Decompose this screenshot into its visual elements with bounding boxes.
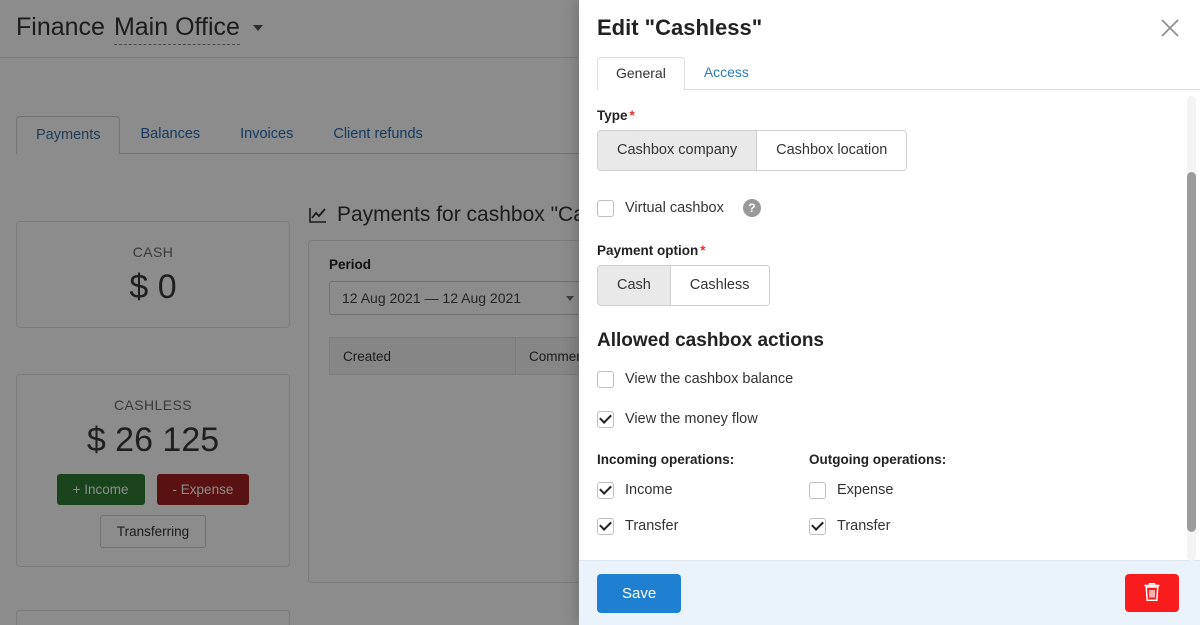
view-cashbox-balance-label[interactable]: View the cashbox balance <box>625 371 793 387</box>
outgoing-transfer-row: Transfer <box>809 511 1021 541</box>
outgoing-operations-column: Outgoing operations: Expense Transfer <box>809 452 1021 541</box>
required-marker: * <box>629 108 635 123</box>
outgoing-transfer-checkbox[interactable] <box>809 517 826 535</box>
modal-body: Type * Cashbox company Cashbox location V… <box>579 90 1200 560</box>
scrollbar-thumb[interactable] <box>1187 172 1196 532</box>
vertical-scrollbar[interactable] <box>1187 96 1196 561</box>
payment-option-cash[interactable]: Cash <box>598 266 671 305</box>
modal-header: Edit "Cashless" <box>579 0 1200 56</box>
view-money-flow-row: View the money flow <box>597 404 1176 434</box>
modal-footer: Save <box>579 560 1200 625</box>
virtual-cashbox-label[interactable]: Virtual cashbox <box>625 200 724 216</box>
incoming-transfer-label[interactable]: Transfer <box>625 518 678 534</box>
incoming-income-checkbox[interactable] <box>597 481 614 499</box>
payment-option-field-label: Payment option * <box>597 243 1176 258</box>
modal-tabs: General Access <box>597 56 1200 90</box>
type-button-group: Cashbox company Cashbox location <box>597 130 908 171</box>
edit-cashbox-modal: Edit "Cashless" General Access Type * Cas… <box>579 0 1200 625</box>
tab-access-label: Access <box>703 64 749 80</box>
payment-option-cashless[interactable]: Cashless <box>670 266 769 305</box>
tab-general-label: General <box>616 65 666 81</box>
close-icon[interactable] <box>1154 12 1186 44</box>
payment-option-button-group: Cash Cashless <box>597 265 770 306</box>
type-label-text: Type <box>597 108 628 123</box>
type-option-cashbox-location[interactable]: Cashbox location <box>757 131 907 170</box>
tab-general[interactable]: General <box>597 57 685 90</box>
virtual-cashbox-checkbox[interactable] <box>597 199 614 217</box>
view-cashbox-balance-checkbox[interactable] <box>597 370 614 388</box>
allowed-actions-title: Allowed cashbox actions <box>597 330 824 351</box>
outgoing-expense-checkbox[interactable] <box>809 481 826 499</box>
incoming-transfer-checkbox[interactable] <box>597 517 614 535</box>
incoming-operations-heading: Incoming operations: <box>597 452 735 467</box>
required-marker: * <box>700 243 706 258</box>
incoming-income-label[interactable]: Income <box>625 482 673 498</box>
delete-button[interactable] <box>1125 574 1179 612</box>
incoming-operations-column: Incoming operations: Income Transfer <box>597 452 809 541</box>
type-field-label: Type * <box>597 108 1176 123</box>
incoming-income-row: Income <box>597 475 809 505</box>
payment-option-label-text: Payment option <box>597 243 699 258</box>
virtual-cashbox-row: Virtual cashbox ? <box>597 193 1176 223</box>
tab-access[interactable]: Access <box>685 56 768 89</box>
outgoing-expense-row: Expense <box>809 475 1021 505</box>
modal-title: Edit "Cashless" <box>597 15 763 40</box>
save-button[interactable]: Save <box>597 573 682 613</box>
view-balance-row: View the cashbox balance <box>597 364 1176 394</box>
trash-icon <box>1142 581 1162 606</box>
outgoing-transfer-label[interactable]: Transfer <box>837 518 890 534</box>
outgoing-expense-label[interactable]: Expense <box>837 482 893 498</box>
outgoing-operations-heading: Outgoing operations: <box>809 452 947 467</box>
view-money-flow-label[interactable]: View the money flow <box>625 411 758 427</box>
question-mark-icon[interactable]: ? <box>742 199 761 217</box>
type-option-cashbox-company[interactable]: Cashbox company <box>598 131 758 170</box>
app-root: Finance Main Office Payments Balances In… <box>0 0 1200 625</box>
operations-grid: Incoming operations: Income Transfer Out… <box>597 452 1176 541</box>
view-money-flow-checkbox[interactable] <box>597 410 614 428</box>
incoming-transfer-row: Transfer <box>597 511 809 541</box>
